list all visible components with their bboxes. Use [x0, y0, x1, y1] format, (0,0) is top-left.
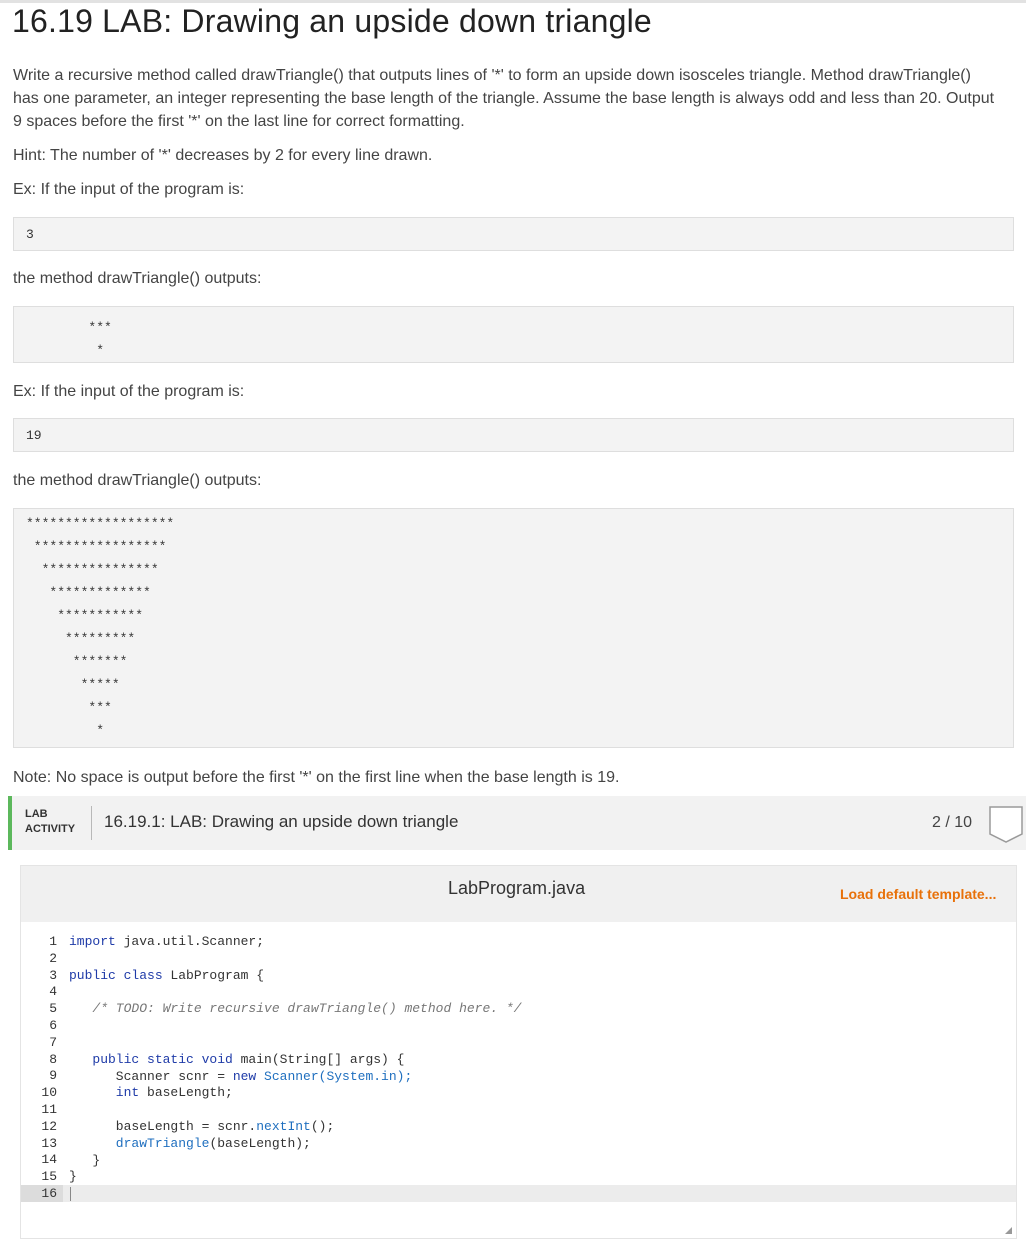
code-editor[interactable]: LabProgram.java Load default template...… — [20, 865, 1017, 1239]
line-number: 14 — [41, 1152, 57, 1167]
editor-header: LabProgram.java Load default template... — [21, 866, 1016, 922]
code-line-15[interactable]: } — [69, 1168, 77, 1185]
code-text: main(String[] args) { — [232, 1052, 405, 1067]
code-keyword: public class — [69, 968, 163, 983]
example1-intro: Ex: If the input of the program is: — [13, 181, 245, 198]
code-line-8[interactable]: public static void main(String[] args) { — [69, 1051, 404, 1068]
code-function: drawTriangle — [69, 1136, 210, 1151]
code-text: LabProgram { — [162, 968, 265, 983]
example2-output-line-4: ************* — [26, 585, 151, 600]
code-line-10[interactable]: int baseLength; — [69, 1084, 233, 1101]
active-line-highlight — [21, 1185, 1016, 1202]
file-name: LabProgram.java — [448, 878, 586, 898]
line-number: 6 — [49, 1018, 57, 1033]
hint-text: Hint: The number of '*' decreases by 2 f… — [13, 147, 433, 164]
example1-input: 3 — [26, 227, 34, 242]
example2-output-line-8: ***** — [26, 677, 120, 692]
code-line-14[interactable]: } — [69, 1152, 100, 1169]
line-number: 3 — [49, 968, 57, 983]
code-text: Scanner scnr = — [69, 1069, 233, 1084]
example2-output-line-7: ******* — [26, 654, 128, 669]
lab-header-divider — [91, 806, 92, 840]
lab-activity-tag: LAB ACTIVITY — [25, 807, 75, 837]
code-line-13[interactable]: drawTriangle(baseLength); — [69, 1135, 311, 1152]
example2-output-line-2: ***************** — [26, 539, 167, 554]
lab-activity-header: LAB ACTIVITY 16.19.1: LAB: Drawing an up… — [8, 796, 1026, 850]
code-text: baseLength; — [139, 1085, 233, 1100]
code-keyword: new — [232, 1069, 257, 1084]
code-function: nextInt — [256, 1119, 311, 1134]
line-number: 7 — [49, 1035, 57, 1050]
line-number: 12 — [41, 1119, 57, 1134]
example2-output-box: ******************* ***************** **… — [13, 508, 1014, 748]
code-keyword: public static void — [69, 1052, 233, 1067]
code-line-9[interactable]: Scanner scnr = new Scanner(System.in); — [69, 1068, 412, 1085]
example1-output-line-2: * — [26, 343, 105, 358]
example1-output-box: *** * — [13, 306, 1014, 363]
code-text: (baseLength); — [209, 1136, 311, 1151]
code-line-1[interactable]: import java.util.Scanner; — [69, 933, 264, 950]
description-line-3: 9 spaces before the first '*' on the las… — [13, 113, 465, 130]
line-number: 15 — [41, 1169, 57, 1184]
line-number: 1 — [49, 934, 57, 949]
example1-output-intro: the method drawTriangle() outputs: — [13, 270, 262, 287]
example2-intro: Ex: If the input of the program is: — [13, 383, 245, 400]
code-line-12[interactable]: baseLength = scnr.nextInt(); — [69, 1118, 334, 1135]
line-number: 13 — [41, 1136, 57, 1151]
code-keyword: import — [69, 934, 116, 949]
resize-handle-icon[interactable] — [1005, 1227, 1012, 1234]
example2-input-box: 19 — [13, 418, 1014, 452]
lab-activity-title: 16.19.1: LAB: Drawing an upside down tri… — [104, 812, 459, 831]
line-number: 4 — [49, 984, 57, 999]
example2-output-line-3: *************** — [26, 562, 159, 577]
lab-score: 2 / 10 — [932, 814, 973, 831]
example2-input: 19 — [26, 428, 42, 443]
code-text: (); — [310, 1119, 335, 1134]
example2-output-line-9: *** — [26, 700, 112, 715]
example1-input-box: 3 — [13, 217, 1014, 251]
code-line-5-comment[interactable]: /* TODO: Write recursive drawTriangle() … — [69, 1000, 521, 1017]
example2-output-line-1: ******************* — [26, 516, 175, 531]
code-text: Scanner(System.in); — [256, 1069, 413, 1084]
text-cursor — [70, 1187, 71, 1201]
example2-output-line-10: * — [26, 723, 105, 738]
line-number: 5 — [49, 1001, 57, 1016]
shield-icon — [989, 806, 1023, 843]
code-text: baseLength = scnr. — [69, 1119, 257, 1134]
note-text: Note: No space is output before the firs… — [13, 769, 620, 786]
line-number: 9 — [49, 1068, 57, 1083]
line-number: 2 — [49, 951, 57, 966]
example2-output-intro: the method drawTriangle() outputs: — [13, 472, 262, 489]
code-line-3[interactable]: public class LabProgram { — [69, 967, 264, 984]
lab-tag-line-1: LAB — [25, 808, 48, 820]
line-number: 11 — [41, 1102, 57, 1117]
line-number: 8 — [49, 1052, 57, 1067]
line-number: 16 — [41, 1186, 57, 1201]
code-keyword: int — [69, 1085, 140, 1100]
description-line-1: Write a recursive method called drawTria… — [13, 67, 971, 84]
example2-output-line-5: *********** — [26, 608, 144, 623]
lab-tag-line-2: ACTIVITY — [25, 823, 76, 835]
description-line-2: has one parameter, an integer representi… — [13, 90, 995, 107]
line-number: 10 — [41, 1085, 57, 1100]
load-default-template-link[interactable]: Load default template... — [840, 886, 996, 902]
page-title: 16.19 LAB: Drawing an upside down triang… — [12, 3, 652, 39]
code-text: java.util.Scanner; — [115, 934, 265, 949]
example2-output-line-6: ********* — [26, 631, 136, 646]
example1-output-line-1: *** — [26, 320, 112, 335]
